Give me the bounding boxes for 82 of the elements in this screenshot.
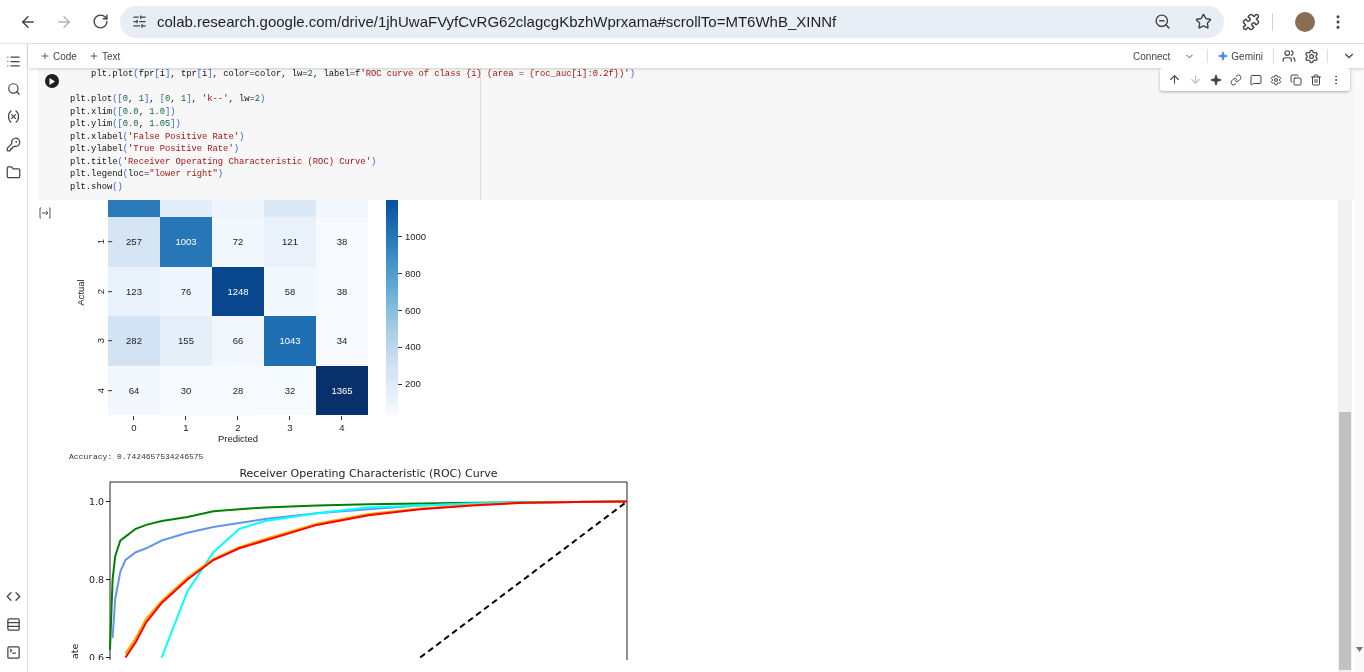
- column-tick-label: 0: [131, 416, 137, 433]
- link-icon[interactable]: [1230, 73, 1242, 86]
- terminal-icon[interactable]: [6, 645, 21, 660]
- gemini-button[interactable]: Gemini: [1216, 50, 1265, 62]
- column-tick-label: 3: [287, 416, 293, 433]
- star-icon[interactable]: [1195, 13, 1212, 30]
- run-button[interactable]: [45, 74, 59, 88]
- heatmap-cell: 66: [212, 316, 264, 366]
- axis-label: Predicted: [217, 433, 259, 446]
- tick-mark: [105, 657, 111, 658]
- address-bar[interactable]: colab.research.google.com/drive/1jhUwaFVyfCvRG62clagcgKbzhWprxama#scrollTo=MT6WhB_XINNf: [120, 5, 1224, 38]
- tick-mark: [105, 579, 111, 580]
- comment-icon[interactable]: [1250, 73, 1262, 86]
- sparkle-icon[interactable]: [1210, 73, 1222, 86]
- plus-icon: [40, 51, 50, 61]
- heatmap-cell: 121: [264, 217, 316, 267]
- reload-icon[interactable]: [91, 13, 109, 30]
- y-tick-label: 0.8: [88, 574, 104, 585]
- code-icon[interactable]: [6, 589, 21, 604]
- extensions-icon[interactable]: [1242, 12, 1260, 31]
- heatmap-cell: 38: [316, 217, 368, 267]
- code-line: plt.xlim([0.0, 1.0]): [70, 105, 176, 118]
- column-tick-label: 2: [235, 416, 241, 433]
- heatmap-cell: 76: [160, 266, 212, 316]
- variables-icon[interactable]: [6, 109, 21, 124]
- url-text: colab.research.google.com/drive/1jhUwaFVyfCvRG62clagcgKbzhWprxama#scrollTo=MT6WhB_XINNf: [157, 13, 838, 30]
- axis-label: Actual: [74, 279, 86, 306]
- heatmap-cell: 1365: [316, 365, 368, 415]
- add-cell-button[interactable]: Code: [34, 50, 83, 62]
- site-settings-icon[interactable]: [132, 14, 147, 29]
- panel-icon[interactable]: [6, 617, 21, 632]
- code-line: plt.legend(loc="lower right"): [70, 168, 224, 181]
- page-scrollbar[interactable]: [1355, 68, 1364, 672]
- heatmap-cell: 1248: [212, 266, 264, 316]
- key-icon[interactable]: [6, 137, 21, 152]
- output-icon[interactable]: [39, 207, 51, 219]
- code-line: plt.title('Receiver Operating Characteristic (ROC) Curve'): [70, 155, 377, 168]
- table-of-contents-icon[interactable]: [6, 54, 21, 69]
- settings-icon[interactable]: [1304, 48, 1319, 64]
- code-line: plt.plot([0, 1], [0, 1], 'k--', lw=2): [70, 93, 266, 106]
- tick-mark: [105, 501, 111, 502]
- code-line: plt.show(): [70, 180, 123, 193]
- heatmap-cell: 257: [108, 217, 160, 267]
- code-line: plt.ylabel('True Positive Rate'): [70, 143, 239, 156]
- y-tick-label: 1.0: [88, 496, 104, 507]
- arrow-up-icon[interactable]: [1168, 73, 1181, 86]
- heatmap-cell: 34: [316, 316, 368, 366]
- heatmap-cell: 58: [264, 266, 316, 316]
- heatmap-cell: 72: [212, 217, 264, 267]
- heatmap-cell: 38: [316, 266, 368, 316]
- column-tick-label: 4: [339, 416, 345, 433]
- settings-icon[interactable]: [1270, 73, 1282, 86]
- search-icon[interactable]: [6, 82, 21, 96]
- scroll-down-icon[interactable]: [1356, 647, 1363, 652]
- copy-icon[interactable]: [1290, 73, 1302, 86]
- heatmap-cell: 32: [264, 365, 316, 415]
- people-icon[interactable]: [1282, 49, 1296, 63]
- accuracy-text: Accuracy: 0.7424657534246575: [69, 451, 204, 463]
- connect-button[interactable]: Connect: [1129, 50, 1200, 62]
- heatmap-cell: 282: [108, 316, 160, 366]
- zoom-out-icon[interactable]: [1154, 13, 1171, 30]
- heatmap-cell: 64: [108, 365, 160, 415]
- plus-icon: [88, 51, 99, 61]
- chart-title: Receiver Operating Characteristic (ROC) Curve: [239, 467, 498, 480]
- heatmap-cell: 155: [160, 316, 212, 366]
- heatmap-cell: 28: [212, 365, 264, 415]
- column-tick-label: 1: [183, 416, 189, 433]
- avatar[interactable]: [1295, 11, 1315, 32]
- heatmap-cell: 1043: [264, 316, 316, 366]
- scrollbar[interactable]: [1338, 200, 1352, 672]
- code-line: plt.plot(fpr[i], tpr[i], color=color, lw=2, label=f'ROC curve of class {i} (area = {roc_auc[i]:0.2f})'): [90, 68, 635, 81]
- heatmap-cell: 1003: [160, 217, 212, 267]
- add-cell-button[interactable]: Text: [82, 50, 127, 62]
- folder-icon[interactable]: [6, 165, 21, 180]
- delete-icon[interactable]: [1310, 73, 1322, 86]
- code-line: plt.ylim([0.0, 1.05]): [70, 118, 181, 131]
- play-icon[interactable]: [49, 77, 55, 85]
- axis-label: ate: [69, 643, 80, 659]
- sparkle-icon: [1218, 51, 1229, 61]
- heatmap-cell: 30: [160, 365, 212, 415]
- code-line: plt.xlabel('False Positive Rate'): [70, 130, 245, 143]
- heatmap-cell: 123: [108, 266, 160, 316]
